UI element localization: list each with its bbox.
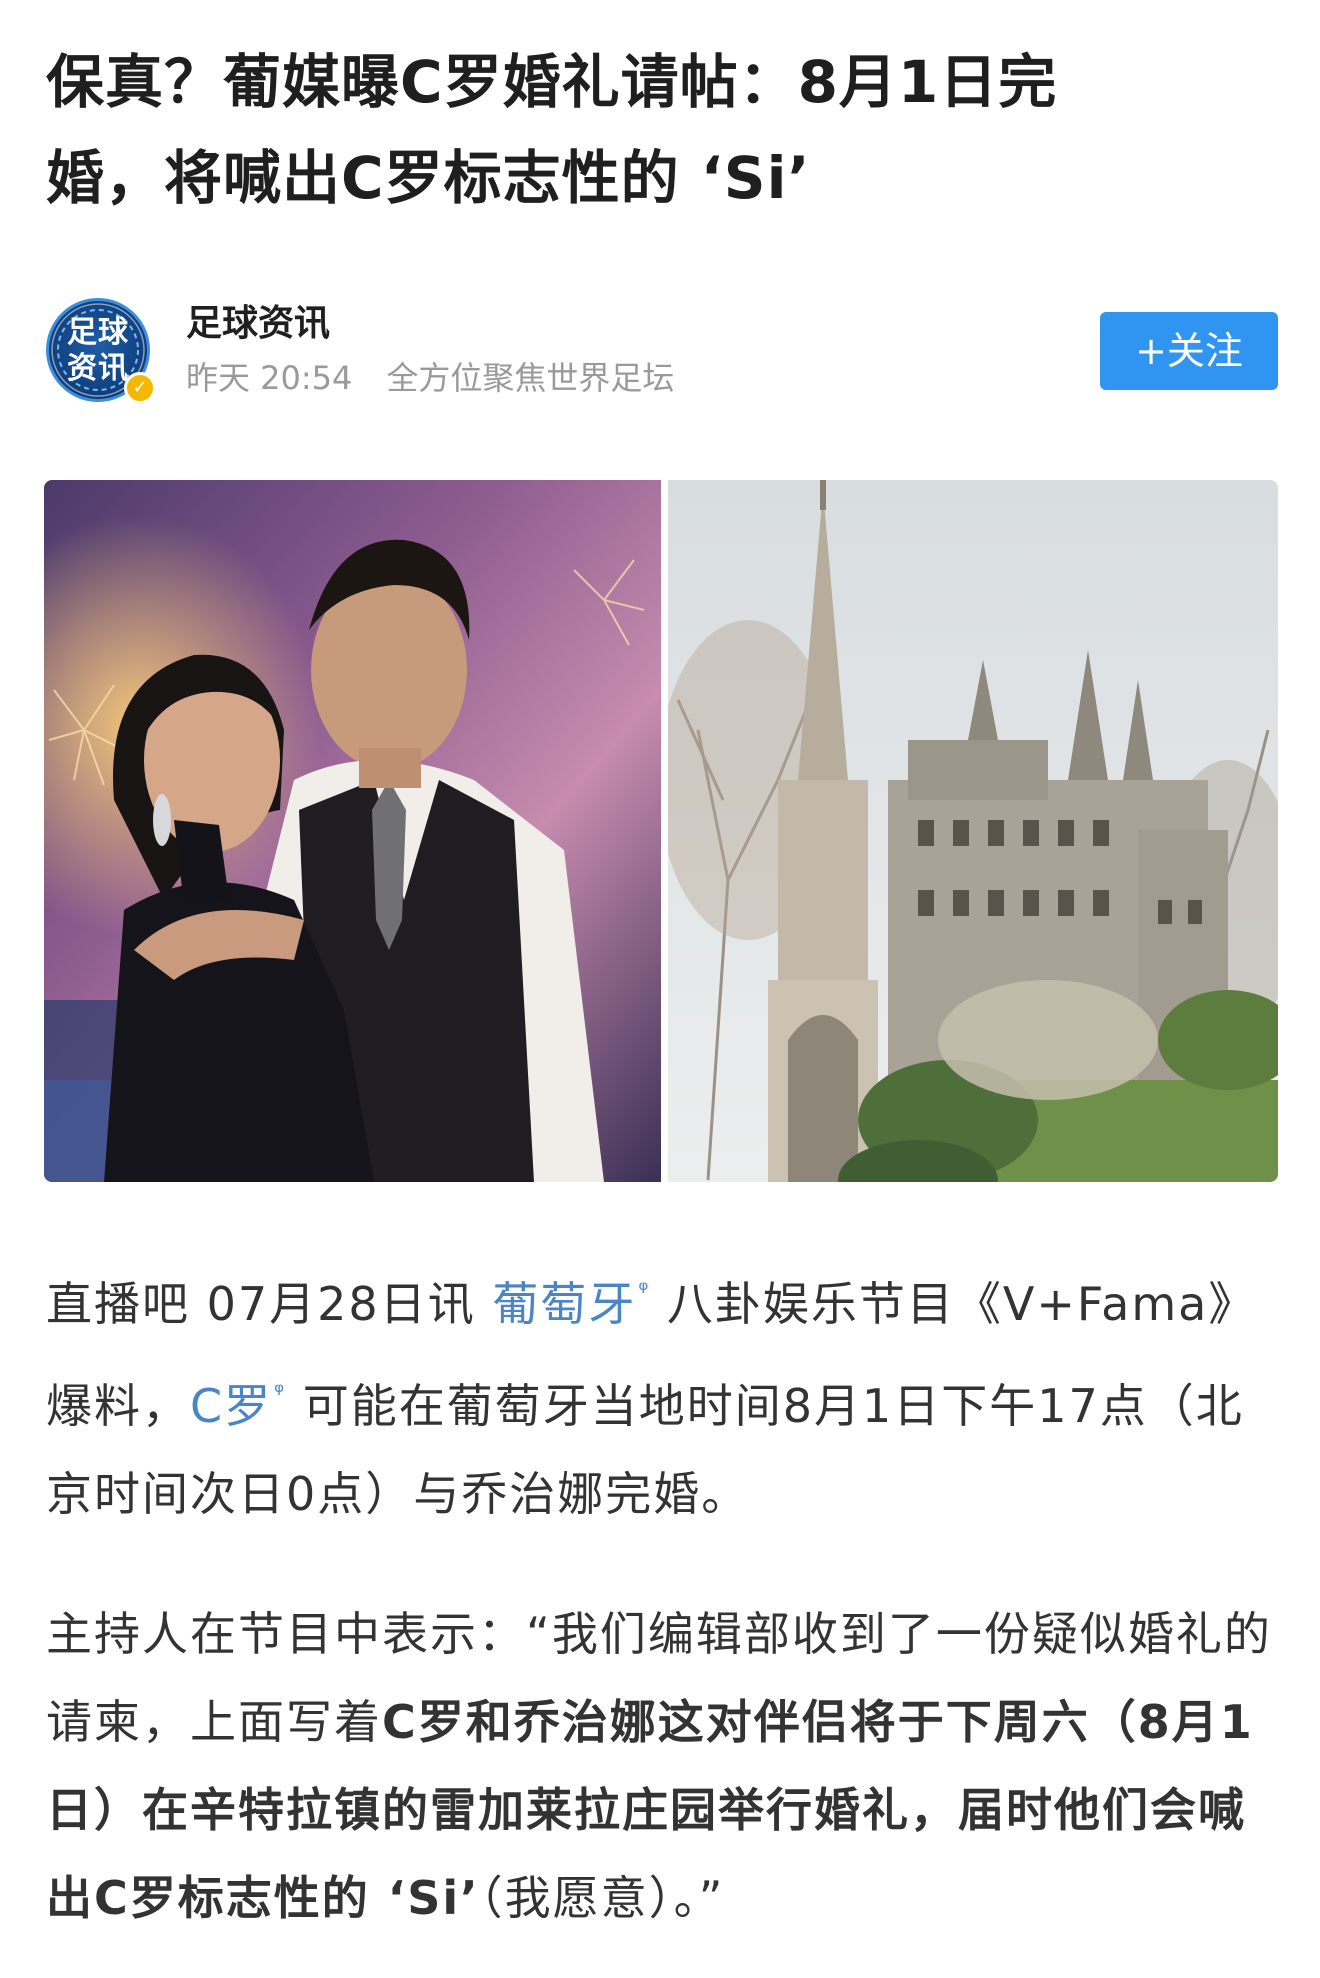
title-line-2: 婚，将喊出C罗标志性的 ‘Si’ — [46, 144, 811, 212]
author-bar: 足球 资讯 ✓ 足球资讯 昨天 20:54 全方位聚焦世界足坛 +关注 — [46, 296, 1278, 408]
title-line-1: 保真？葡媒曝C罗婚礼请帖：8月1日完 — [46, 48, 1058, 116]
publish-time: 昨天 20:54 — [186, 359, 353, 397]
author-bio: 全方位聚焦世界足坛 — [386, 359, 675, 397]
cristiano-link[interactable]: C罗 — [190, 1379, 272, 1433]
avatar-text-line-2: 资讯 — [67, 351, 129, 386]
follow-button[interactable]: +关注 — [1100, 312, 1278, 390]
body-paragraph-2: 主持人在节目中表示：“我们编辑部收到了一份疑似婚礼的请柬，上面写着C罗和乔治娜这… — [46, 1590, 1276, 1942]
paragraph-2-suffix: （我愿意）。” — [479, 1871, 725, 1925]
couple-photo[interactable] — [44, 480, 661, 1182]
avatar-text-line-1: 足球 — [67, 315, 129, 350]
portugal-link[interactable]: 葡萄牙 — [492, 1277, 636, 1331]
photo-divider — [661, 480, 668, 1182]
paragraph-1-prefix: 直播吧 07月28日讯 — [46, 1277, 493, 1331]
author-name[interactable]: 足球资讯 — [186, 300, 330, 348]
article-photos — [44, 480, 1278, 1182]
palace-photo[interactable] — [668, 480, 1278, 1182]
author-meta: 昨天 20:54 全方位聚焦世界足坛 — [186, 356, 674, 400]
search-link-icon[interactable]: ᵠ — [274, 1378, 286, 1406]
search-link-icon[interactable]: ᵠ — [638, 1276, 650, 1304]
article-title: 保真？葡媒曝C罗婚礼请帖：8月1日完 婚，将喊出C罗标志性的 ‘Si’ — [46, 34, 1276, 226]
verified-check-icon: ✓ — [124, 372, 156, 404]
article-page: 保真？葡媒曝C罗婚礼请帖：8月1日完 婚，将喊出C罗标志性的 ‘Si’ 足球 资讯… — [0, 0, 1320, 1978]
body-paragraph-1: 直播吧 07月28日讯 葡萄牙ᵠ 八卦娱乐节目《V+Fama》爆料，C罗ᵠ 可能… — [46, 1246, 1276, 1538]
